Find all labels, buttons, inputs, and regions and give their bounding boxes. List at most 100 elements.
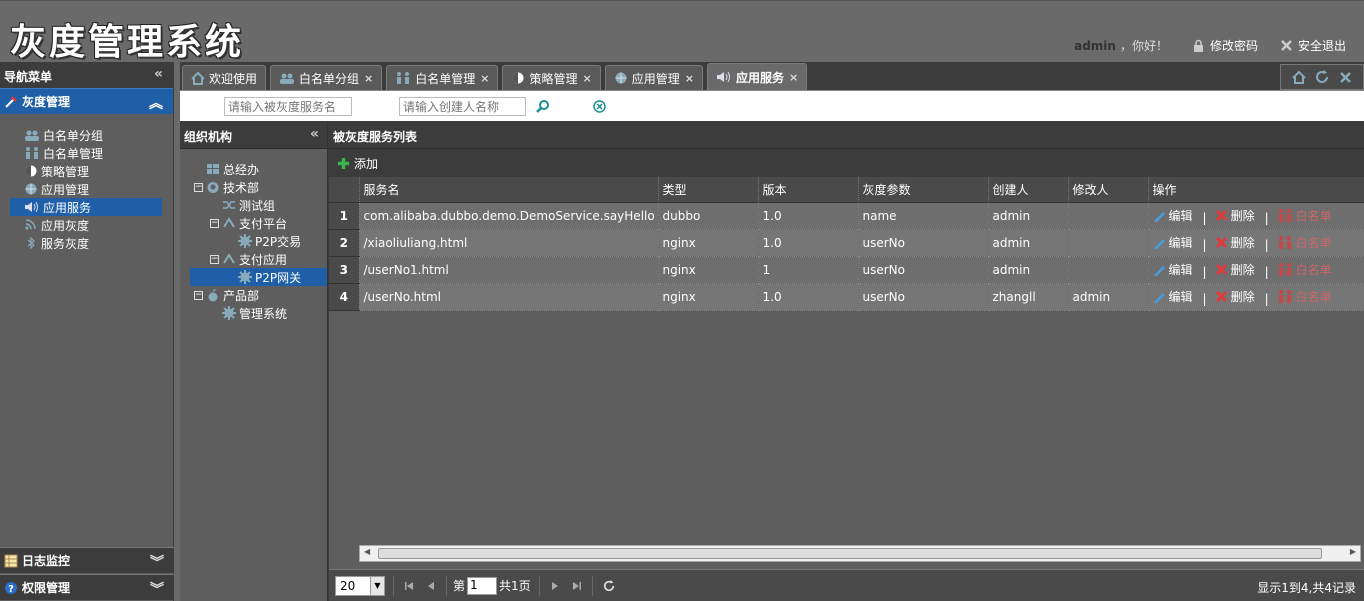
chevron-up-icon[interactable]: ︽ xyxy=(149,93,163,113)
tree-node[interactable]: 管理系统 xyxy=(180,304,327,322)
header-cell[interactable]: 类型 xyxy=(658,177,759,203)
page-size-select[interactable]: 20 ▼ xyxy=(335,575,385,596)
tab-close-icon[interactable]: × xyxy=(480,72,489,85)
close-icon[interactable] xyxy=(1339,71,1352,84)
whitelist-button[interactable]: 白名单 xyxy=(1277,207,1332,224)
pagination-info: 显示1到4,共4记录 xyxy=(1257,581,1356,595)
sidebar-item-whitelist-group[interactable]: 白名单分组 xyxy=(10,126,162,144)
tools-icon xyxy=(5,95,17,108)
tab-whitelist-group[interactable]: 白名单分组 × xyxy=(270,65,383,90)
tree-node[interactable]: − 产品部 xyxy=(180,286,327,304)
delete-button[interactable]: 删除 xyxy=(1215,261,1255,278)
table-row[interactable]: 3/userNo1.html nginx 1 userNo admin 编辑 | 删除 | 白名单 xyxy=(329,256,1364,284)
home-icon[interactable] xyxy=(1292,70,1306,84)
header-cell[interactable]: 修改人 xyxy=(1068,177,1149,203)
collapse-toggle[interactable]: − xyxy=(210,218,219,228)
tab-strategy[interactable]: 策略管理 × xyxy=(502,65,601,90)
tab-close-icon[interactable]: × xyxy=(789,71,798,84)
header-rownum xyxy=(329,177,360,203)
people-icon xyxy=(1278,208,1291,222)
delete-button[interactable]: 删除 xyxy=(1215,288,1255,305)
sidebar-item-app-manage[interactable]: 应用管理 xyxy=(10,180,162,198)
horizontal-scrollbar[interactable]: ◀ ▶ xyxy=(359,545,1361,562)
sidebar-item-app-service[interactable]: 应用服务 xyxy=(10,198,162,216)
accordion-permission[interactable]: ? 权限管理 ︾ xyxy=(0,574,174,600)
delete-button[interactable]: 删除 xyxy=(1215,207,1255,224)
tree-node[interactable]: − 技术部 xyxy=(180,178,327,196)
change-password-button[interactable]: 修改密码 xyxy=(1192,37,1258,54)
page-number-input[interactable]: 1 xyxy=(467,576,498,595)
header-cell[interactable]: 版本 xyxy=(758,177,859,203)
cell-service: com.alibaba.dubbo.demo.DemoService.sayHe… xyxy=(359,202,659,230)
tree-node[interactable]: − 支付平台 xyxy=(180,214,327,232)
edit-button[interactable]: 编辑 xyxy=(1153,234,1193,251)
scroll-thumb[interactable] xyxy=(378,548,1322,559)
creator-search-input[interactable] xyxy=(399,97,526,116)
sidebar-item-service-gray[interactable]: 服务灰度 xyxy=(10,234,162,252)
chevron-down-icon[interactable]: ︾ xyxy=(150,552,164,572)
service-search-input[interactable] xyxy=(224,97,352,116)
tree-node-selected[interactable]: P2P网关 xyxy=(190,268,327,286)
gear-icon xyxy=(222,306,236,320)
sidebar-item-strategy[interactable]: 策略管理 xyxy=(10,162,162,180)
contrast-icon xyxy=(512,72,524,84)
cell-param: userNo xyxy=(858,229,989,257)
header-cell: 操作 xyxy=(1148,177,1364,203)
prev-page-icon xyxy=(428,581,434,590)
header-cell[interactable]: 服务名 xyxy=(359,177,659,203)
table-row[interactable]: 2/xiaoliuliang.html nginx 1.0 userNo admin 编辑… xyxy=(329,229,1364,257)
refresh-icon[interactable] xyxy=(1315,70,1329,84)
logout-button[interactable]: 安全退出 xyxy=(1280,37,1346,54)
edit-button[interactable]: 编辑 xyxy=(1153,261,1193,278)
tab-close-icon[interactable]: × xyxy=(685,72,694,85)
table-row[interactable]: 4/userNo.html nginx 1.0 userNo zhangll admin 编… xyxy=(329,283,1364,311)
delete-icon xyxy=(1215,263,1227,275)
chevron-down-icon[interactable]: ▼ xyxy=(370,576,384,595)
collapse-icon[interactable]: « xyxy=(310,126,319,142)
collapse-toggle[interactable]: − xyxy=(194,182,203,192)
speaker-icon xyxy=(716,71,730,83)
prev-page-button[interactable] xyxy=(426,581,436,591)
sidebar-item-whitelist-manage[interactable]: 白名单管理 xyxy=(10,144,162,162)
gear-icon xyxy=(238,234,252,248)
search-icon[interactable] xyxy=(536,99,550,113)
chevron-down-icon[interactable]: ︾ xyxy=(150,579,164,599)
tab-whitelist-manage[interactable]: 白名单管理 × xyxy=(386,65,499,90)
tree-node[interactable]: P2P交易 xyxy=(180,232,327,250)
greeting: ，你好！ xyxy=(1119,39,1168,53)
accordion-log-monitor[interactable]: 日志监控 ︾ xyxy=(0,547,174,573)
tree-node[interactable]: − 支付应用 xyxy=(180,250,327,268)
tab-app-manage[interactable]: 应用管理 × xyxy=(604,65,703,90)
header-cell[interactable]: 创建人 xyxy=(988,177,1069,203)
collapse-toggle[interactable]: − xyxy=(194,290,203,300)
edit-button[interactable]: 编辑 xyxy=(1153,207,1193,224)
tab-close-icon[interactable]: × xyxy=(583,72,592,85)
tab-close-icon[interactable]: × xyxy=(364,72,373,85)
whitelist-button[interactable]: 白名单 xyxy=(1277,234,1332,251)
tab-app-service[interactable]: 应用服务 × xyxy=(706,63,808,90)
add-button[interactable]: 添加 xyxy=(329,149,1364,177)
collapse-toggle[interactable]: − xyxy=(210,254,219,264)
tree-node[interactable]: 测试组 xyxy=(180,196,327,214)
whitelist-button[interactable]: 白名单 xyxy=(1277,261,1332,278)
sidebar-item-app-gray[interactable]: 应用灰度 xyxy=(10,216,162,234)
last-page-button[interactable] xyxy=(572,581,582,591)
cell-param: userNo xyxy=(858,256,989,284)
delete-button[interactable]: 删除 xyxy=(1215,234,1255,251)
table-row[interactable]: 1 com.alibaba.dubbo.demo.DemoService.sayH… xyxy=(329,202,1364,230)
edit-button[interactable]: 编辑 xyxy=(1153,288,1193,305)
clear-icon[interactable] xyxy=(593,100,606,113)
cell-creator: admin xyxy=(988,229,1069,257)
collapse-icon[interactable]: « xyxy=(154,66,163,82)
accordion-gray-management[interactable]: 灰度管理 ︽ xyxy=(0,88,173,114)
tab-welcome[interactable]: 欢迎使用 xyxy=(182,65,267,90)
next-page-button[interactable] xyxy=(550,581,560,591)
next-page-icon xyxy=(551,581,558,590)
main-area: 欢迎使用 白名单分组 × 白名单管理 × 策略管理 × 应用管理 × 应用服务 × xyxy=(180,62,1364,601)
cell-modifier xyxy=(1068,256,1149,284)
whitelist-button[interactable]: 白名单 xyxy=(1277,288,1332,305)
tree-node[interactable]: 总经办 xyxy=(180,160,327,178)
refresh-button[interactable] xyxy=(603,579,615,592)
header-cell[interactable]: 灰度参数 xyxy=(858,177,989,203)
first-page-button[interactable] xyxy=(404,581,414,591)
